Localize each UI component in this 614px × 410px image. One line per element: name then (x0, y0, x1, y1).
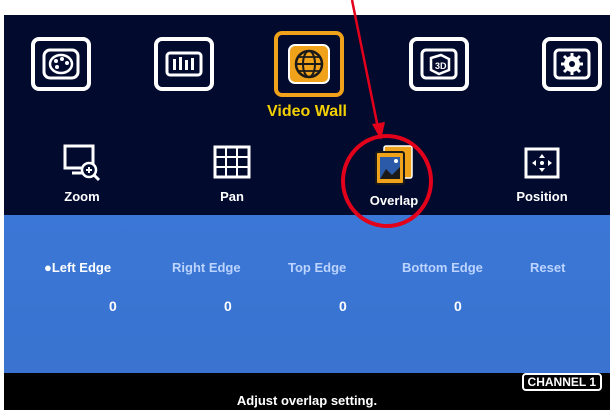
submenu-position[interactable]: Position (492, 143, 592, 204)
3d-icon: 3D (420, 48, 458, 80)
option-top-edge[interactable]: Top Edge (288, 260, 346, 275)
status-bar: Adjust overlap setting. CHANNEL 1 (4, 373, 610, 410)
section-title: Video Wall (266, 103, 347, 120)
gear-icon (553, 48, 591, 80)
osd-screen: 3D Video Wall Zoom Pan Overlap Position … (4, 15, 610, 410)
option-left-edge[interactable]: ●Left Edge (44, 260, 111, 275)
option-reset[interactable]: Reset (530, 260, 565, 275)
zoom-monitor-icon (63, 144, 101, 182)
submenu-label: Pan (220, 189, 244, 204)
setup-menu-button[interactable] (542, 37, 602, 91)
right-edge-value: 0 (224, 298, 232, 314)
video-wall-submenu: Zoom Pan Overlap Position (4, 143, 610, 215)
position-icon (524, 147, 560, 179)
overlap-icon (375, 145, 413, 185)
submenu-label: Overlap (369, 193, 419, 208)
svg-text:3D: 3D (435, 61, 447, 71)
option-right-edge[interactable]: Right Edge (172, 260, 241, 275)
audio-menu-button[interactable] (154, 37, 214, 91)
submenu-overlap[interactable]: Overlap (344, 143, 444, 208)
active-marker: ● (44, 260, 52, 275)
bottom-edge-value: 0 (454, 298, 462, 314)
submenu-zoom[interactable]: Zoom (32, 143, 132, 204)
3d-menu-button[interactable]: 3D (409, 37, 469, 91)
option-bottom-edge[interactable]: Bottom Edge (402, 260, 483, 275)
submenu-pan[interactable]: Pan (182, 143, 282, 204)
pan-grid-icon (213, 145, 251, 179)
left-edge-value: 0 (109, 298, 117, 314)
video-wall-menu-button[interactable] (274, 31, 344, 97)
picture-icon (42, 48, 80, 80)
picture-menu-button[interactable] (31, 37, 91, 91)
submenu-label: Position (516, 189, 568, 204)
channel-badge: CHANNEL 1 (521, 373, 602, 391)
video-wall-icon (288, 44, 330, 84)
equalizer-icon (165, 51, 203, 77)
option-label: Left Edge (51, 260, 112, 275)
submenu-label: Zoom (64, 189, 100, 204)
main-menu: 3D (4, 31, 610, 107)
status-text: Adjust overlap setting. (236, 393, 378, 408)
top-edge-value: 0 (339, 298, 347, 314)
overlap-settings-panel: ●Left Edge Right Edge Top Edge Bottom Ed… (4, 215, 610, 373)
